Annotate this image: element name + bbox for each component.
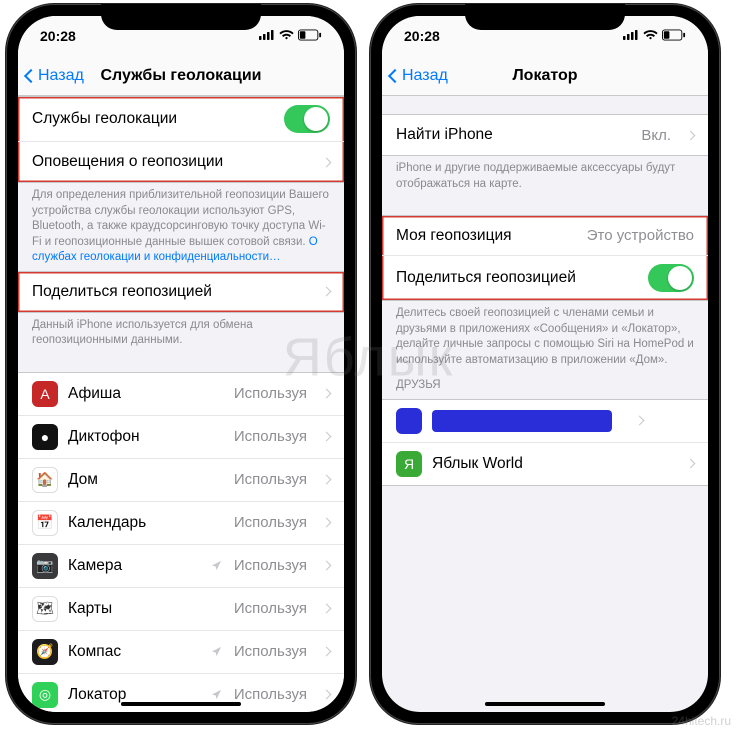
row-friend-redacted[interactable] <box>382 400 708 443</box>
row-app[interactable]: 🏠 Дом Используя <box>18 459 344 502</box>
footnote-share: Данный iPhone используется для обмена ге… <box>18 313 344 354</box>
row-label: Яблык World <box>432 455 671 473</box>
row-label: Моя геопозиция <box>396 227 577 245</box>
location-arrow-icon <box>211 560 222 571</box>
wifi-icon <box>279 29 294 44</box>
friend-avatar-icon: Я <box>396 451 422 477</box>
row-app[interactable]: 🧭 Компас Используя <box>18 631 344 674</box>
chevron-left-icon <box>388 68 402 82</box>
footnote-find: iPhone и другие поддерживаемые аксессуар… <box>382 156 708 197</box>
row-label: Поделиться геопозицией <box>32 283 307 301</box>
row-detail: Это устройство <box>587 227 694 244</box>
app-name: Диктофон <box>68 428 224 446</box>
row-detail: Вкл. <box>641 127 671 144</box>
chevron-right-icon <box>322 647 332 657</box>
status-time: 20:28 <box>404 28 440 44</box>
row-friend-yablyk[interactable]: Я Яблык World <box>382 443 708 485</box>
app-icon: 📷 <box>32 553 58 579</box>
nav-bar: Назад Локатор <box>382 56 708 96</box>
row-location-services[interactable]: Службы геолокации <box>18 97 344 142</box>
app-status: Используя <box>234 643 307 660</box>
chevron-right-icon <box>686 459 696 469</box>
status-time: 20:28 <box>40 28 76 44</box>
row-app[interactable]: А Афиша Используя <box>18 373 344 416</box>
chevron-right-icon <box>686 130 696 140</box>
row-share-location[interactable]: Поделиться геопозицией <box>382 256 708 300</box>
footnote-privacy: Для определения приблизительной геопозиц… <box>18 183 344 271</box>
nav-bar: Назад Службы геолокации <box>18 56 344 96</box>
chevron-right-icon <box>322 287 332 297</box>
app-status: Используя <box>234 385 307 402</box>
app-status: Используя <box>234 600 307 617</box>
app-name: Камера <box>68 557 201 575</box>
back-button[interactable]: Назад <box>382 67 448 85</box>
row-label: Найти iPhone <box>396 126 631 144</box>
chevron-right-icon <box>322 157 332 167</box>
row-label: Оповещения о геопозиции <box>32 153 307 171</box>
chevron-right-icon <box>322 432 332 442</box>
row-app[interactable]: 📅 Календарь Используя <box>18 502 344 545</box>
home-indicator[interactable] <box>485 702 605 706</box>
wifi-icon <box>643 29 658 44</box>
notch <box>101 4 261 30</box>
app-icon: 🧭 <box>32 639 58 665</box>
app-status: Используя <box>234 514 307 531</box>
back-label: Назад <box>402 67 448 85</box>
row-app[interactable]: ● Диктофон Используя <box>18 416 344 459</box>
chevron-right-icon <box>322 475 332 485</box>
app-name: Календарь <box>68 514 224 532</box>
app-name: Дом <box>68 471 224 489</box>
phone-left: 20:28 Назад Служ <box>6 4 356 724</box>
phone-right: 20:28 Назад Лока <box>370 4 720 724</box>
chevron-right-icon <box>322 389 332 399</box>
row-app[interactable]: ◎ Локатор Используя <box>18 674 344 712</box>
chevron-right-icon <box>322 561 332 571</box>
location-arrow-icon <box>211 646 222 657</box>
signal-icon <box>623 29 639 43</box>
app-name: Карты <box>68 600 224 618</box>
row-app[interactable]: 🗺 Карты Используя <box>18 588 344 631</box>
chevron-left-icon <box>24 68 38 82</box>
row-my-location[interactable]: Моя геопозиция Это устройство <box>382 216 708 256</box>
row-location-alerts[interactable]: Оповещения о геопозиции <box>18 142 344 182</box>
home-indicator[interactable] <box>121 702 241 706</box>
app-status: Используя <box>234 428 307 445</box>
app-status: Используя <box>234 557 307 574</box>
app-icon: 🏠 <box>32 467 58 493</box>
row-label: Поделиться геопозицией <box>396 269 638 287</box>
row-app[interactable]: 📷 Камера Используя <box>18 545 344 588</box>
redacted-name <box>432 410 612 432</box>
app-status: Используя <box>234 471 307 488</box>
toggle-on[interactable] <box>284 105 330 133</box>
friend-avatar-icon <box>396 408 422 434</box>
app-icon: ● <box>32 424 58 450</box>
app-name: Афиша <box>68 385 224 403</box>
app-name: Локатор <box>68 686 201 704</box>
footnote-share: Делитесь своей геопозицией с членами сем… <box>382 301 708 373</box>
row-find-iphone[interactable]: Найти iPhone Вкл. <box>382 115 708 155</box>
chevron-right-icon <box>322 518 332 528</box>
app-status: Используя <box>234 686 307 703</box>
location-arrow-icon <box>211 689 222 700</box>
app-name: Компас <box>68 643 201 661</box>
battery-icon <box>662 29 686 44</box>
chevron-right-icon <box>322 604 332 614</box>
section-header-friends: ДРУЗЬЯ <box>382 373 708 399</box>
app-icon: А <box>32 381 58 407</box>
app-icon: ◎ <box>32 682 58 708</box>
back-button[interactable]: Назад <box>18 67 84 85</box>
battery-icon <box>298 29 322 44</box>
notch <box>465 4 625 30</box>
toggle-on[interactable] <box>648 264 694 292</box>
row-share-location[interactable]: Поделиться геопозицией <box>18 272 344 312</box>
signal-icon <box>259 29 275 43</box>
back-label: Назад <box>38 67 84 85</box>
chevron-right-icon <box>322 690 332 700</box>
app-icon: 🗺 <box>32 596 58 622</box>
app-icon: 📅 <box>32 510 58 536</box>
source-watermark: 24hitech.ru <box>672 714 731 728</box>
row-label: Службы геолокации <box>32 110 274 128</box>
chevron-right-icon <box>635 416 645 426</box>
